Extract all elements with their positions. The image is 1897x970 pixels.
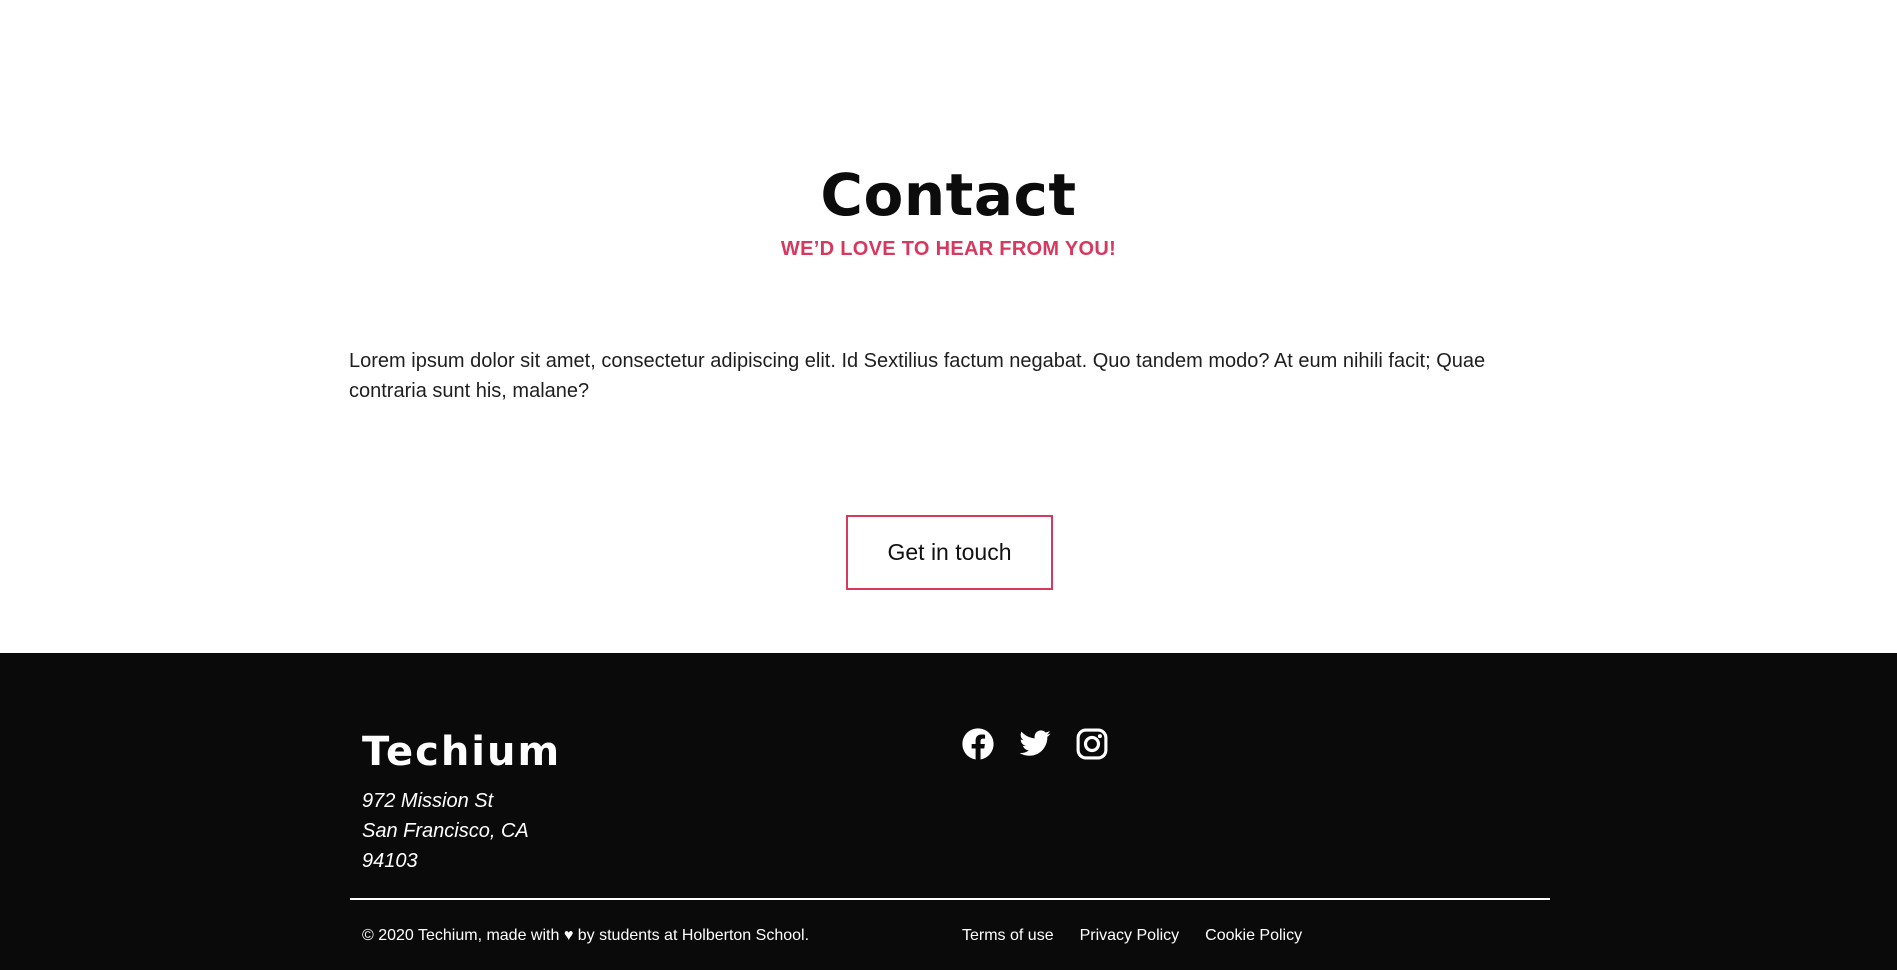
address-zip: 94103 bbox=[362, 850, 418, 872]
terms-of-use-link[interactable]: Terms of use bbox=[962, 924, 1054, 948]
footer: Techium 972 Mission St San Francisco, CA… bbox=[0, 653, 1897, 970]
footer-address: 972 Mission St San Francisco, CA 94103 bbox=[362, 786, 529, 876]
footer-divider bbox=[350, 898, 1550, 900]
contact-title: Contact bbox=[820, 161, 1077, 229]
contact-section: Contact WE’D LOVE TO HEAR FROM YOU! Lore… bbox=[0, 0, 1897, 653]
contact-description: Lorem ipsum dolor sit amet, consectetur … bbox=[349, 350, 1486, 402]
privacy-policy-link[interactable]: Privacy Policy bbox=[1080, 924, 1180, 948]
contact-subtitle: WE’D LOVE TO HEAR FROM YOU! bbox=[780, 238, 1117, 260]
twitter-icon[interactable] bbox=[1018, 727, 1052, 761]
social-links bbox=[961, 727, 1109, 761]
footer-logo[interactable]: Techium bbox=[362, 728, 561, 776]
get-in-touch-button[interactable]: Get in touch bbox=[846, 515, 1053, 590]
address-city: San Francisco, CA bbox=[362, 820, 529, 842]
instagram-icon[interactable] bbox=[1075, 727, 1109, 761]
legal-links: Terms of use Privacy Policy Cookie Polic… bbox=[962, 924, 1302, 948]
cookie-policy-link[interactable]: Cookie Policy bbox=[1205, 924, 1302, 948]
copyright-text: © 2020 Techium, made with ♥ by students … bbox=[362, 927, 810, 944]
page: Contact WE’D LOVE TO HEAR FROM YOU! Lore… bbox=[0, 0, 1897, 970]
facebook-icon[interactable] bbox=[961, 727, 995, 761]
address-street: 972 Mission St bbox=[362, 790, 494, 812]
